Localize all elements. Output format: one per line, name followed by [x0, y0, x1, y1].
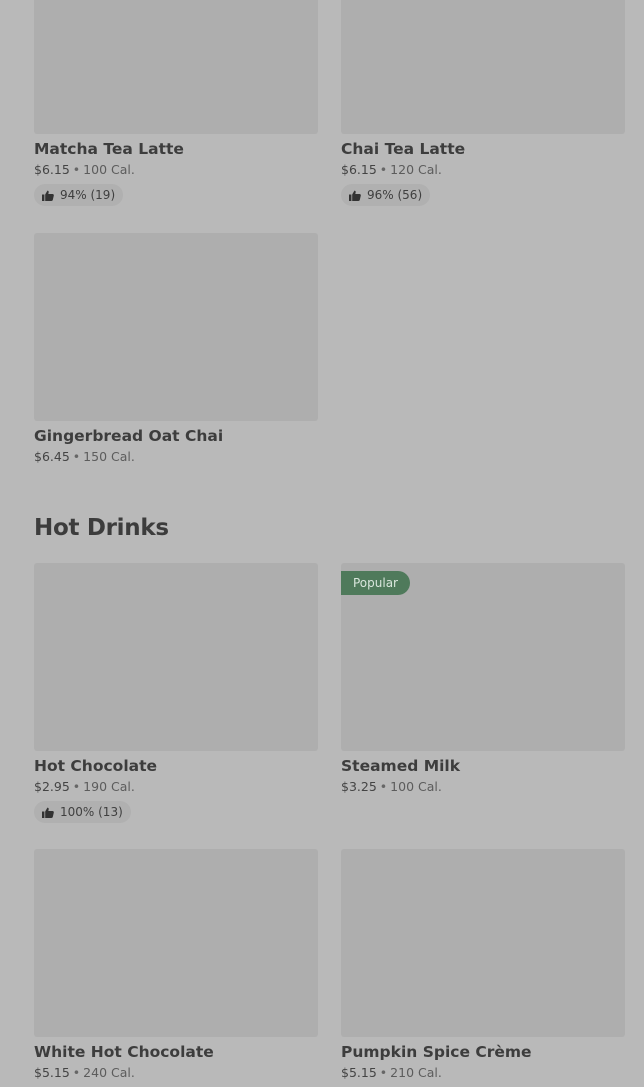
thumbs-up-icon: [42, 807, 54, 818]
rating-text: 100% (13): [60, 805, 123, 819]
item-price: $3.25: [341, 779, 377, 794]
separator-dot: •: [72, 449, 81, 464]
item-name: Pumpkin Spice Crème: [341, 1043, 532, 1061]
item-meta: $5.15 • 210 Cal.: [341, 1065, 625, 1081]
item-meta: $6.45 • 150 Cal.: [34, 449, 318, 465]
item-meta: $2.95 • 190 Cal.: [34, 779, 318, 795]
item-calories: 100 Cal.: [83, 162, 135, 177]
item-name: Matcha Tea Latte: [34, 140, 184, 158]
menu-item-matcha-tea-latte[interactable]: Matcha Tea Latte $6.15 • 100 Cal. 94% (19): [34, 0, 318, 206]
item-calories: 210 Cal.: [390, 1065, 442, 1080]
thumbs-up-icon: [42, 190, 54, 201]
separator-dot: •: [72, 1065, 81, 1080]
item-image: [34, 849, 318, 1037]
popular-badge: Popular: [341, 571, 410, 595]
menu-item-steamed-milk[interactable]: Popular Steamed Milk $3.25 • 100 Cal.: [341, 563, 625, 795]
item-price: $6.15: [34, 162, 70, 177]
item-price: $5.15: [34, 1065, 70, 1080]
item-name: Hot Chocolate: [34, 757, 158, 775]
item-image: [341, 849, 625, 1037]
rating-pill: 96% (56): [341, 184, 431, 206]
item-meta: $6.15 • 120 Cal.: [341, 162, 625, 178]
menu-item-gingerbread-oat-chai[interactable]: Gingerbread Oat Chai $6.45 • 150 Cal.: [34, 233, 318, 465]
item-meta: $6.15 • 100 Cal.: [34, 162, 318, 178]
item-image: [34, 0, 318, 134]
menu-item-hot-chocolate[interactable]: Hot Chocolate $2.95 • 190 Cal. 100% (13): [34, 563, 318, 823]
item-image: [34, 563, 318, 751]
menu-item-chai-tea-latte[interactable]: Chai Tea Latte $6.15 • 120 Cal. 96% (56): [341, 0, 625, 206]
thumbs-up-icon: [349, 190, 361, 201]
item-image: Popular: [341, 563, 625, 751]
rating-pill: 100% (13): [34, 801, 131, 823]
rating-text: 96% (56): [367, 188, 423, 202]
item-calories: 120 Cal.: [390, 162, 442, 177]
menu-item-white-hot-chocolate[interactable]: White Hot Chocolate $5.15 • 240 Cal.: [34, 849, 318, 1081]
item-calories: 190 Cal.: [83, 779, 135, 794]
item-price: $6.45: [34, 449, 70, 464]
menu-item-pumpkin-spice-creme[interactable]: Pumpkin Spice Crème $5.15 • 210 Cal.: [341, 849, 625, 1081]
item-calories: 240 Cal.: [83, 1065, 135, 1080]
separator-dot: •: [72, 779, 81, 794]
separator-dot: •: [379, 779, 388, 794]
item-meta: $5.15 • 240 Cal.: [34, 1065, 318, 1081]
item-calories: 100 Cal.: [390, 779, 442, 794]
item-name: Gingerbread Oat Chai: [34, 427, 224, 445]
item-meta: $3.25 • 100 Cal.: [341, 779, 625, 795]
item-price: $2.95: [34, 779, 70, 794]
item-calories: 150 Cal.: [83, 449, 135, 464]
item-image: [341, 0, 625, 134]
item-price: $5.15: [341, 1065, 377, 1080]
separator-dot: •: [72, 162, 81, 177]
item-name: Chai Tea Latte: [341, 140, 466, 158]
rating-pill: 94% (19): [34, 184, 124, 206]
item-image: [34, 233, 318, 421]
item-price: $6.15: [341, 162, 377, 177]
item-name: White Hot Chocolate: [34, 1043, 214, 1061]
separator-dot: •: [379, 162, 388, 177]
item-name: Steamed Milk: [341, 757, 461, 775]
separator-dot: •: [379, 1065, 388, 1080]
section-title-hot-drinks: Hot Drinks: [34, 515, 169, 541]
rating-text: 94% (19): [60, 188, 116, 202]
